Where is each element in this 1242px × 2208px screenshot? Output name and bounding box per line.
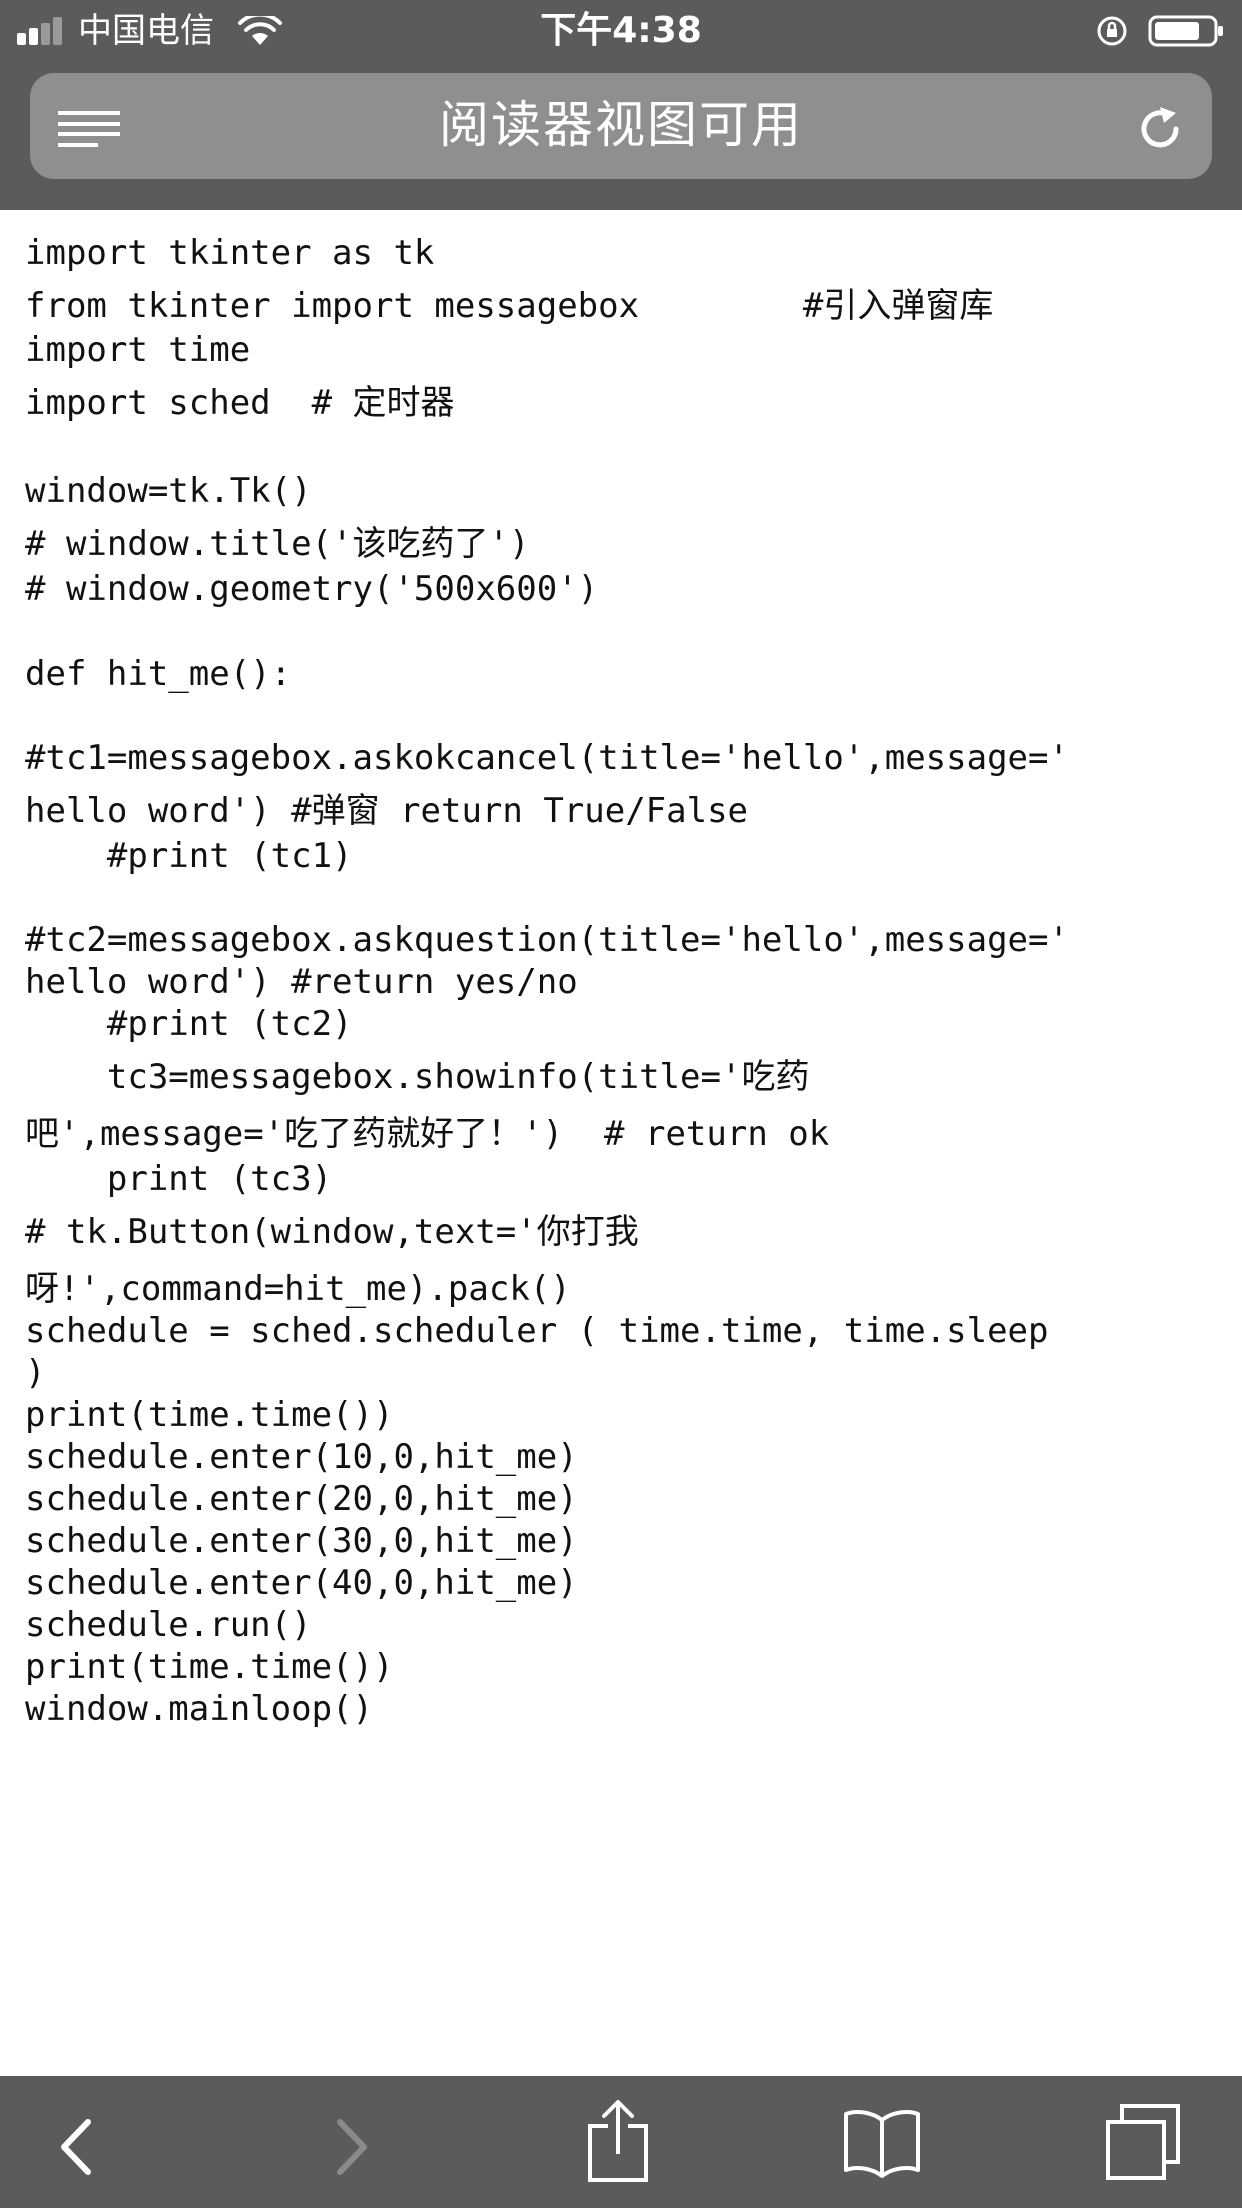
code-line: 呀!',command=hit_me).pack() xyxy=(25,1269,571,1309)
battery-icon xyxy=(1148,15,1223,47)
code-line: window.mainloop() xyxy=(25,1689,373,1729)
code-line: print (tc3) xyxy=(25,1159,333,1199)
code-line: schedule.enter(40,0,hit_me) xyxy=(25,1563,578,1603)
browser-toolbar: 阅读器视图可用 xyxy=(0,62,1242,210)
code-line: ) xyxy=(25,1353,46,1393)
code-line: def hit_me(): xyxy=(25,654,292,694)
tabs-icon[interactable] xyxy=(1104,2102,1182,2182)
code-line: #print (tc2) xyxy=(25,1004,353,1044)
address-bar[interactable]: 阅读器视图可用 xyxy=(30,73,1212,179)
code-line: window=tk.Tk() xyxy=(25,471,312,511)
code-line: hello word') #弹窗 return True/False xyxy=(25,791,749,831)
code-line: # window.title('该吃药了') xyxy=(25,524,530,564)
reload-icon[interactable] xyxy=(1134,103,1186,155)
code-line: # window.geometry('500x600') xyxy=(25,569,599,609)
code-line: hello word') #return yes/no xyxy=(25,962,578,1002)
clock-time: 下午4:38 xyxy=(540,10,702,51)
code-line: print(time.time()) xyxy=(25,1395,394,1435)
code-line: import sched # 定时器 xyxy=(25,383,455,423)
status-bar: 中国电信 下午4:38 xyxy=(0,0,1242,62)
code-line: 吧',message='吃了药就好了！') # return ok xyxy=(25,1114,830,1154)
bookmarks-icon[interactable] xyxy=(842,2106,922,2178)
code-line: import time xyxy=(25,330,251,370)
code-line: schedule.enter(20,0,hit_me) xyxy=(25,1479,578,1519)
reader-view-available-label: 阅读器视图可用 xyxy=(439,96,803,154)
code-line: #tc2=messagebox.askquestion(title='hello… xyxy=(25,920,1069,960)
bottom-toolbar xyxy=(0,2076,1242,2208)
code-line: import tkinter as tk xyxy=(25,233,435,273)
code-line: #print (tc1) xyxy=(25,836,353,876)
code-line: schedule = sched.scheduler ( time.time, … xyxy=(25,1311,1049,1351)
code-line: #tc1=messagebox.askokcancel(title='hello… xyxy=(25,738,1069,778)
orientation-lock-icon xyxy=(1097,16,1127,46)
share-icon[interactable] xyxy=(586,2098,650,2184)
page-content: import tkinter as tk from tkinter import… xyxy=(0,210,1242,2076)
code-line: schedule.enter(30,0,hit_me) xyxy=(25,1521,578,1561)
code-line: from tkinter import messagebox #引入弹窗库 xyxy=(25,286,994,326)
forward-icon[interactable] xyxy=(332,2116,372,2178)
code-line: schedule.enter(10,0,hit_me) xyxy=(25,1437,578,1477)
code-line: # tk.Button(window,text='你打我 xyxy=(25,1212,639,1252)
code-line: schedule.run() xyxy=(25,1605,312,1645)
code-line: print(time.time()) xyxy=(25,1647,394,1687)
code-line: tc3=messagebox.showinfo(title='吃药 xyxy=(25,1057,810,1097)
back-icon[interactable] xyxy=(56,2116,96,2178)
